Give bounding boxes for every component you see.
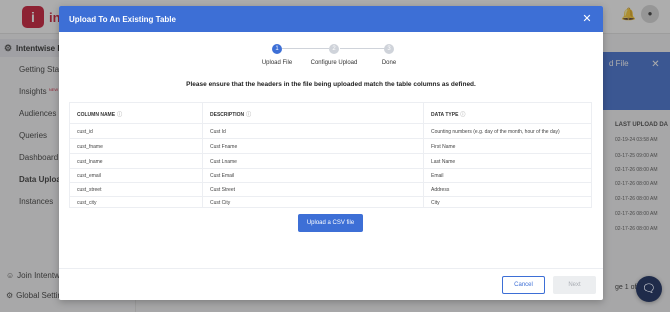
table-cell-description: Cust Lname: [210, 159, 237, 165]
table-cell-description: Cust Street: [210, 187, 236, 193]
table-cell-data-type: Address: [431, 187, 450, 193]
modal-title: Upload To An Existing Table: [69, 15, 176, 24]
close-icon[interactable]: ✕: [580, 12, 594, 26]
table-cell-column-name: cust_id: [77, 129, 93, 135]
columns-table: COLUMN NAME ⓘ DESCRIPTION ⓘ DATA TYPE ⓘ cus…: [69, 102, 592, 208]
row-divider: [70, 182, 591, 183]
table-header-description: DESCRIPTION ⓘ: [203, 103, 251, 123]
table-cell-data-type: City: [431, 200, 440, 206]
step-number: 3: [384, 44, 394, 54]
table-cell-description: Cust Email: [210, 173, 235, 179]
table-cell-data-type: Last Name: [431, 159, 456, 165]
table-header-data-type: DATA TYPE ⓘ: [424, 103, 465, 123]
header-match-notice: Please ensure that the headers in the fi…: [186, 81, 476, 88]
table-cell-column-name: cust_email: [77, 173, 101, 179]
table-cell-column-name: cust_fname: [77, 144, 103, 150]
row-divider: [70, 168, 591, 169]
table-cell-data-type: Counting numbers (e.g. day of the month,…: [431, 129, 560, 135]
row-divider: [70, 138, 591, 139]
table-cell-description: Cust Id: [210, 129, 226, 135]
table-header-column-name: COLUMN NAME ⓘ: [70, 103, 122, 123]
table-cell-column-name: cust_street: [77, 187, 102, 193]
table-header-label: DESCRIPTION: [210, 112, 245, 118]
table-cell-data-type: First Name: [431, 144, 456, 150]
table-cell-data-type: Email: [431, 173, 444, 179]
table-cell-column-name: cust_city: [77, 200, 97, 206]
cancel-button[interactable]: Cancel: [502, 276, 545, 294]
upload-modal: Upload To An Existing Table ✕ 1 Upload F…: [59, 6, 603, 300]
row-divider: [70, 123, 591, 124]
table-cell-column-name: cust_lname: [77, 159, 103, 165]
row-divider: [70, 153, 591, 154]
help-icon[interactable]: ⓘ: [117, 112, 122, 118]
table-header-label: COLUMN NAME: [77, 112, 116, 118]
next-button[interactable]: Next: [553, 276, 596, 294]
footer-divider: [59, 268, 603, 269]
table-cell-description: Cust City: [210, 200, 231, 206]
step-done: 3 Done: [349, 44, 429, 66]
table-header-label: DATA TYPE: [431, 112, 459, 118]
help-icon[interactable]: ⓘ: [460, 112, 465, 118]
row-divider: [70, 196, 591, 197]
help-icon[interactable]: ⓘ: [246, 112, 251, 118]
table-cell-description: Cust Fname: [210, 144, 238, 150]
step-label: Done: [381, 60, 397, 66]
column-divider: [423, 103, 424, 207]
column-divider: [202, 103, 203, 207]
modal-header: Upload To An Existing Table ✕: [59, 6, 603, 32]
step-number: 1: [272, 44, 282, 54]
chat-icon[interactable]: 🗨: [636, 276, 662, 302]
step-number: 2: [329, 44, 339, 54]
upload-csv-button[interactable]: Upload a CSV file: [298, 214, 363, 232]
